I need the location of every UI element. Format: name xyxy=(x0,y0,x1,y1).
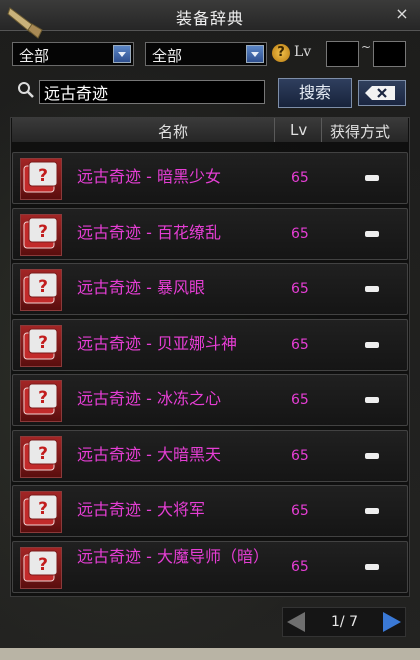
table-row[interactable]: ? 远古奇迹 - 大魔导师（暗） 65 xyxy=(12,540,408,593)
source-indicator-icon[interactable] xyxy=(365,508,379,514)
category-dropdown-2-value: 全部 xyxy=(152,47,183,65)
source-indicator-icon[interactable] xyxy=(365,230,379,237)
table-row[interactable]: ? 远古奇迹 - 大暗黑天 65 xyxy=(12,429,408,482)
close-button[interactable]: × xyxy=(392,3,412,25)
svg-text:?: ? xyxy=(38,444,48,464)
unknown-item-icon[interactable]: ? xyxy=(20,158,62,200)
category-dropdown-2[interactable]: 全部 xyxy=(145,42,267,66)
source-indicator-icon[interactable] xyxy=(365,563,379,570)
header-divider xyxy=(274,118,275,142)
item-level: 65 xyxy=(291,281,309,297)
svg-text:?: ? xyxy=(38,333,48,353)
item-name: 远古奇迹 - 暴风眼 xyxy=(77,278,205,297)
item-name: 远古奇迹 - 大魔导师（暗） xyxy=(77,546,269,566)
unknown-item-icon[interactable]: ? xyxy=(20,380,62,422)
lv-label: Lv xyxy=(294,44,312,60)
item-name: 远古奇迹 - 贝亚娜斗神 xyxy=(77,333,237,353)
svg-text:?: ? xyxy=(38,388,48,408)
source-indicator-icon[interactable] xyxy=(365,452,379,459)
equipment-dictionary-window: 装备辞典 × 全部 全部 ? Lv ~ 搜索 名称 Lv 获得方式 ? 远古奇迹 … xyxy=(0,0,420,660)
clear-button[interactable] xyxy=(358,80,406,106)
category-dropdown-1[interactable]: 全部 xyxy=(12,42,134,66)
table-row[interactable]: ? 远古奇迹 - 贝亚娜斗神 65 xyxy=(12,318,408,371)
search-input[interactable] xyxy=(39,80,265,104)
item-level: 65 xyxy=(291,392,309,408)
table-row[interactable]: ? 远古奇迹 - 大将军 65 xyxy=(12,485,408,537)
svg-text:?: ? xyxy=(38,555,48,575)
source-indicator-icon[interactable] xyxy=(365,341,379,348)
unknown-item-icon[interactable]: ? xyxy=(20,546,62,589)
table-header: 名称 Lv 获得方式 xyxy=(12,118,408,142)
svg-text:?: ? xyxy=(38,277,48,297)
item-level: 65 xyxy=(291,170,309,186)
window-title: 装备辞典 xyxy=(175,9,244,28)
page-indicator: 1/ 7 xyxy=(331,614,358,630)
next-page-icon[interactable] xyxy=(383,612,401,632)
item-level: 65 xyxy=(291,558,309,575)
chevron-down-icon[interactable] xyxy=(113,45,131,63)
search-icon xyxy=(18,82,34,98)
help-icon[interactable]: ? xyxy=(272,44,290,62)
chevron-down-icon[interactable] xyxy=(246,45,264,63)
header-divider xyxy=(321,118,322,142)
source-indicator-icon[interactable] xyxy=(365,175,379,181)
header-name[interactable]: 名称 xyxy=(158,121,188,142)
item-name: 远古奇迹 - 暗黑少女 xyxy=(77,167,221,186)
header-source[interactable]: 获得方式 xyxy=(330,121,390,142)
item-level: 65 xyxy=(291,447,309,464)
unknown-item-icon[interactable]: ? xyxy=(20,269,62,311)
item-name: 远古奇迹 - 冰冻之心 xyxy=(77,389,221,408)
table-row[interactable]: ? 远古奇迹 - 冰冻之心 65 xyxy=(12,374,408,426)
bottom-strip xyxy=(0,648,420,660)
unknown-item-icon[interactable]: ? xyxy=(20,213,62,256)
search-button[interactable]: 搜索 xyxy=(278,78,352,108)
source-indicator-icon[interactable] xyxy=(365,286,379,292)
header-lv[interactable]: Lv xyxy=(290,121,307,139)
unknown-item-icon[interactable]: ? xyxy=(20,435,62,478)
item-name: 远古奇迹 - 百花缭乱 xyxy=(77,222,221,242)
svg-text:?: ? xyxy=(38,499,48,519)
table-row[interactable]: ? 远古奇迹 - 百花缭乱 65 xyxy=(12,207,408,260)
unknown-item-icon[interactable]: ? xyxy=(20,324,62,367)
svg-text:?: ? xyxy=(38,222,48,242)
item-level: 65 xyxy=(291,336,309,353)
source-indicator-icon[interactable] xyxy=(365,397,379,403)
item-name: 远古奇迹 - 大暗黑天 xyxy=(77,444,221,464)
table-row[interactable]: ? 远古奇迹 - 暗黑少女 65 xyxy=(12,152,408,204)
lv-max-input[interactable] xyxy=(373,41,406,67)
backspace-icon xyxy=(365,86,395,100)
table-row[interactable]: ? 远古奇迹 - 暴风眼 65 xyxy=(12,263,408,315)
title-bar[interactable]: 装备辞典 × xyxy=(0,0,420,39)
range-separator: ~ xyxy=(361,40,372,54)
item-level: 65 xyxy=(291,503,309,519)
pager: 1/ 7 xyxy=(282,607,406,637)
prev-page-icon[interactable] xyxy=(287,612,305,632)
item-name: 远古奇迹 - 大将军 xyxy=(77,500,205,519)
lv-min-input[interactable] xyxy=(326,41,359,67)
category-dropdown-1-value: 全部 xyxy=(19,47,50,65)
unknown-item-icon[interactable]: ? xyxy=(20,491,62,533)
item-level: 65 xyxy=(291,225,309,242)
svg-text:?: ? xyxy=(38,166,48,186)
